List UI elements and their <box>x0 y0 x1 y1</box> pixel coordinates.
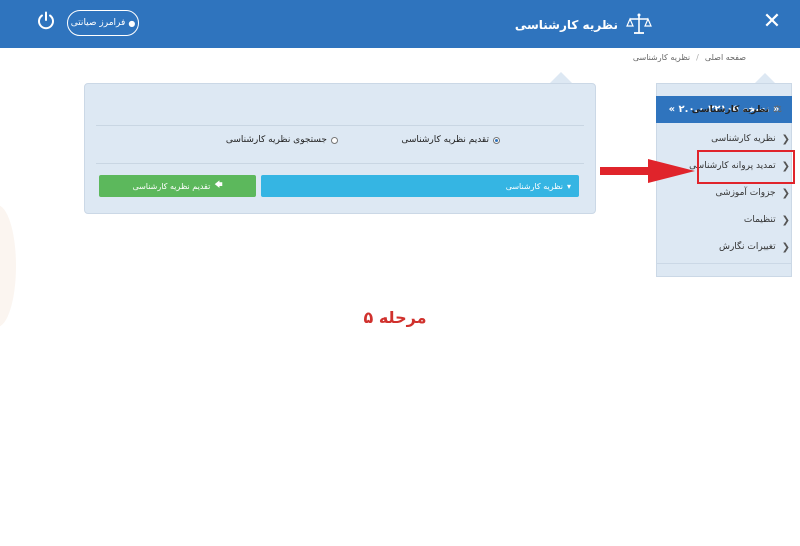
panel-title: ⚖ نظریه کارشناسی <box>692 104 782 115</box>
divider <box>96 163 584 164</box>
radio-search-opinion[interactable]: جستجوی نظریه کارشناسی <box>226 135 338 145</box>
breadcrumb: صفحه اصلی / نظریه کارشناسی <box>633 53 746 62</box>
step-annotation: مرحله ۵ <box>363 308 427 327</box>
divider <box>96 125 584 126</box>
caret-down-icon: ▾ <box>566 181 571 191</box>
user-icon: ● <box>128 18 136 28</box>
scale-icon: ⚖ <box>773 104 782 115</box>
breadcrumb-separator: / <box>696 53 699 62</box>
chevron-left-icon: ❮ <box>781 187 790 199</box>
panel-notch <box>550 72 572 83</box>
sidebar-item-label: جزوات آموزشی <box>715 188 776 198</box>
radio-label: تقدیم نظریه کارشناسی <box>401 135 489 145</box>
breadcrumb-current: نظریه کارشناسی <box>632 53 691 62</box>
radio-label: جستجوی نظریه کارشناسی <box>225 135 327 145</box>
annotation-arrow-icon <box>600 159 695 183</box>
opinion-type-dropdown[interactable]: ▾ نظریه کارشناسی <box>261 175 579 197</box>
user-button[interactable]: ● فرامرز صیانتی <box>67 10 139 36</box>
sidebar-item-settings[interactable]: ❮ تنظیمات <box>672 211 790 229</box>
app-title: نظریه کارشناسی <box>514 18 618 32</box>
sidebar-item-version-changes[interactable]: ❮ تغییرات نگارش <box>672 238 790 256</box>
close-button[interactable]: ✕ <box>762 10 782 34</box>
power-icon[interactable] <box>36 11 56 31</box>
sidebar-item-label: تنظیمات <box>743 215 776 225</box>
radio-submit-opinion[interactable]: تقدیم نظریه کارشناسی <box>401 135 500 145</box>
submit-button-label: تقدیم نظریه کارشناسی <box>132 181 211 191</box>
sidebar-item-label: نظریه کارشناسی <box>711 134 776 144</box>
submit-opinion-button[interactable]: 🡄 تقدیم نظریه کارشناسی <box>99 175 256 197</box>
sidebar-item-training-docs[interactable]: ❮ جزوات آموزشی <box>672 184 790 202</box>
annotation-highlight-box <box>697 150 795 184</box>
user-name: فرامرز صیانتی <box>70 18 126 28</box>
scale-icon <box>626 13 652 34</box>
arrow-left-icon: 🡄 <box>214 180 223 189</box>
sidebar-item-expert-opinion[interactable]: ❮ نظریه کارشناسی <box>672 130 790 148</box>
chevron-left-icon: ❮ <box>781 241 790 253</box>
sidebar-item-label: تغییرات نگارش <box>718 242 776 252</box>
panel-title-text: نظریه کارشناسی <box>691 104 770 115</box>
dropdown-label: نظریه کارشناسی <box>505 181 563 191</box>
breadcrumb-home[interactable]: صفحه اصلی <box>705 53 746 62</box>
sidebar-footer <box>656 263 792 277</box>
decorative-edge <box>0 205 16 327</box>
app-title-wrap: نظریه کارشناسی <box>515 12 652 38</box>
chevron-left-icon: ❮ <box>781 133 790 145</box>
radio-unchecked-icon[interactable] <box>331 136 338 144</box>
chevron-left-icon: ❮ <box>781 214 790 226</box>
radio-checked-icon[interactable] <box>493 136 500 144</box>
